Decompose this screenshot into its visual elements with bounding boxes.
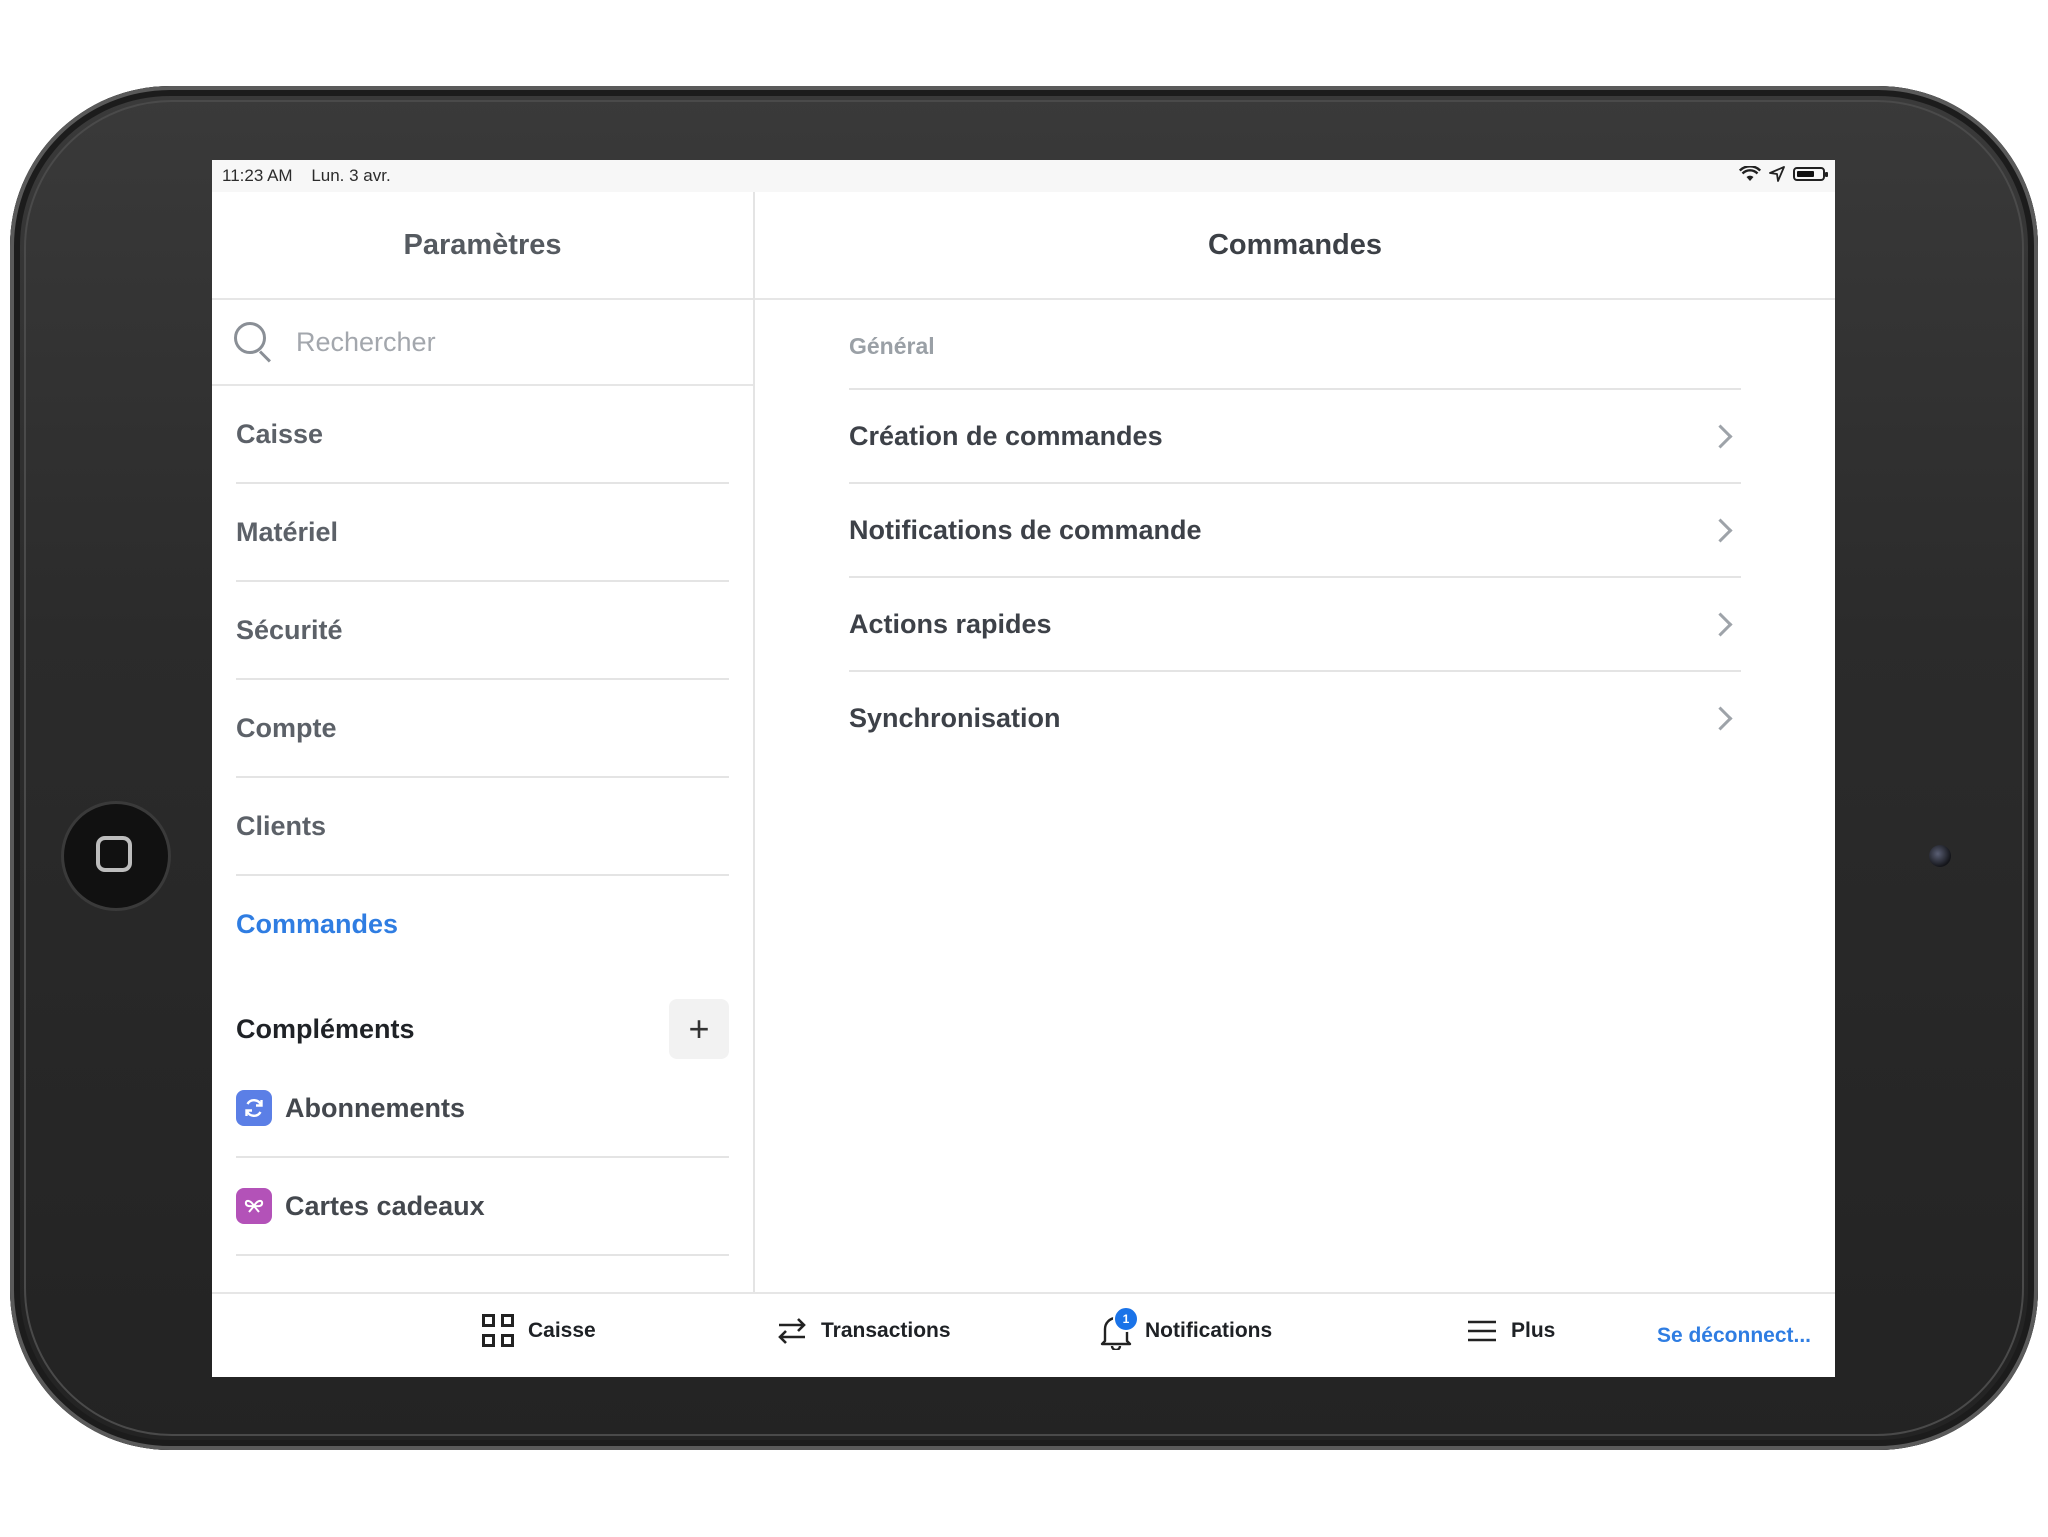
addon-label: Cartes cadeaux [285, 1190, 485, 1221]
tab-plus[interactable]: Plus [1465, 1314, 1555, 1348]
front-camera [1929, 845, 1951, 867]
tab-caisse[interactable]: Caisse [482, 1314, 596, 1348]
settings-sidebar: Paramètres Caisse Matériel Sécurité Comp… [212, 192, 755, 1292]
wifi-icon [1739, 166, 1761, 181]
sidebar-title: Paramètres [212, 192, 753, 300]
search-input[interactable] [294, 325, 718, 359]
status-date: Lun. 3 avr. [311, 166, 391, 185]
row-label: Actions rapides [849, 608, 1052, 639]
home-button[interactable] [64, 804, 168, 908]
settings-nav: Caisse Matériel Sécurité Compte Clients … [212, 386, 753, 972]
location-icon [1769, 166, 1785, 182]
status-bar: 11:23 AM Lun. 3 avr. [212, 160, 1835, 192]
row-actions-rapides[interactable]: Actions rapides [849, 578, 1741, 672]
addons-header: Compléments + [212, 972, 753, 1060]
sidebar-item-compte[interactable]: Compte [236, 680, 729, 778]
search-icon [234, 322, 274, 362]
row-creation-de-commandes[interactable]: Création de commandes [849, 390, 1741, 484]
chevron-right-icon [1708, 705, 1733, 731]
row-label: Synchronisation [849, 702, 1061, 733]
notification-badge: 1 [1113, 1306, 1139, 1332]
addon-item-partial[interactable] [236, 1256, 729, 1292]
sidebar-item-commandes[interactable]: Commandes [236, 876, 729, 972]
sidebar-item-clients[interactable]: Clients [236, 778, 729, 876]
sidebar-item-materiel[interactable]: Matériel [236, 484, 729, 582]
add-addon-button[interactable]: + [669, 999, 729, 1059]
search-bar[interactable] [212, 300, 753, 386]
swap-icon [775, 1314, 809, 1348]
tab-label: Transactions [821, 1319, 951, 1342]
detail-pane: Commandes Général Création de commandes … [755, 192, 1835, 1292]
logout-link[interactable]: Se déconnect... [1657, 1324, 1811, 1348]
refresh-icon [236, 1090, 272, 1126]
addons-title: Compléments [236, 1013, 415, 1044]
gift-icon [236, 1188, 272, 1224]
tab-transactions[interactable]: Transactions [775, 1314, 951, 1348]
status-time: 11:23 AM [222, 166, 293, 185]
battery-icon [1793, 167, 1828, 181]
home-button-icon [96, 836, 132, 872]
row-synchronisation[interactable]: Synchronisation [849, 672, 1741, 764]
chevron-right-icon [1708, 423, 1733, 449]
tab-label: Plus [1511, 1319, 1556, 1342]
addons-list: Abonnements Cartes cadeaux [212, 1060, 753, 1292]
grid-icon [482, 1314, 516, 1348]
menu-icon [1465, 1314, 1499, 1348]
bell-icon: 1 [1099, 1306, 1139, 1350]
tab-label: Caisse [528, 1319, 596, 1342]
sidebar-item-caisse[interactable]: Caisse [236, 386, 729, 484]
tab-notifications[interactable]: 1 Notifications [1099, 1306, 1273, 1350]
sidebar-item-securite[interactable]: Sécurité [236, 582, 729, 680]
chevron-right-icon [1708, 611, 1733, 637]
tab-bar: Caisse Transactions 1 Notifications Plus… [212, 1292, 1835, 1377]
addon-label: Abonnements [285, 1092, 466, 1123]
row-notifications-de-commande[interactable]: Notifications de commande [849, 484, 1741, 578]
detail-title: Commandes [755, 192, 1835, 300]
tab-label: Notifications [1145, 1319, 1273, 1342]
row-label: Création de commandes [849, 420, 1163, 451]
addon-item-cartes-cadeaux[interactable]: Cartes cadeaux [236, 1158, 729, 1256]
group-label: Général [849, 300, 1741, 390]
addon-item-abonnements[interactable]: Abonnements [236, 1060, 729, 1158]
row-label: Notifications de commande [849, 514, 1202, 545]
screen: 11:23 AM Lun. 3 avr. Paramètres Caisse M… [212, 160, 1835, 1377]
chevron-right-icon [1708, 517, 1733, 543]
